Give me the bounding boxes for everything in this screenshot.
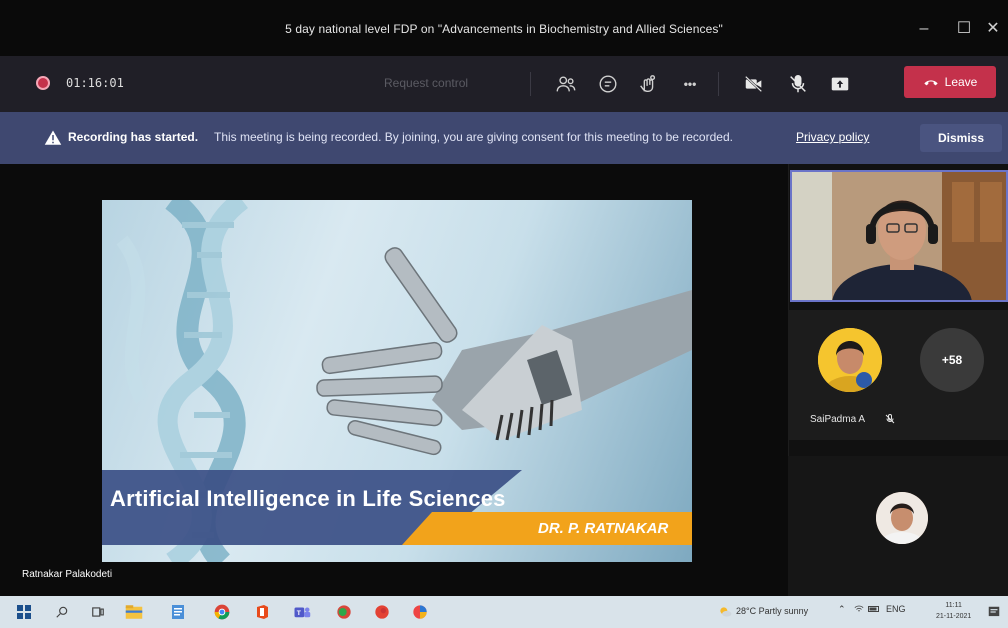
chrome-icon[interactable] <box>212 602 232 622</box>
recording-indicator-icon <box>36 76 50 90</box>
notepad-icon[interactable] <box>168 602 188 622</box>
office-icon[interactable] <box>252 602 272 622</box>
notifications-icon[interactable] <box>984 602 1004 622</box>
shared-screen-stage: Artificial Intelligence in Life Sciences… <box>0 164 788 596</box>
more-participants-button[interactable]: +58 <box>920 328 984 392</box>
more-icon[interactable]: ••• <box>676 70 704 98</box>
weather-icon <box>720 607 732 617</box>
presentation-slide: Artificial Intelligence in Life Sciences… <box>102 200 692 562</box>
robot-hand-icon <box>316 247 692 456</box>
participant-tiles: +58 SaiPadma A <box>788 310 1008 440</box>
minimize-button[interactable]: – <box>904 16 944 42</box>
windows-start-icon[interactable] <box>14 602 34 622</box>
close-button[interactable]: ✕ <box>978 16 1008 42</box>
battery-icon[interactable] <box>868 604 880 616</box>
file-explorer-icon[interactable] <box>124 602 144 622</box>
toolbar-divider <box>530 72 531 96</box>
speaker-video[interactable] <box>790 170 1008 302</box>
clock-time: 11:11 <box>945 602 962 609</box>
participant-avatar[interactable] <box>876 492 928 544</box>
participants-panel: +58 SaiPadma A <box>788 164 1008 596</box>
app-icon-green[interactable] <box>334 602 354 622</box>
toolbar-divider <box>718 72 719 96</box>
app-icon-multicolor[interactable] <box>410 602 430 622</box>
speaker-camera-feed <box>792 172 1006 300</box>
title-bar: 5 day national level FDP on "Advancement… <box>0 0 1008 56</box>
weather-text[interactable]: 28°C Partly sunny <box>736 606 808 616</box>
network-icon[interactable] <box>854 604 864 616</box>
mic-off-icon[interactable] <box>784 70 812 98</box>
participant-avatar[interactable] <box>818 328 882 392</box>
participant-tile <box>788 456 1008 596</box>
slide-author: DR. P. RATNAKAR <box>538 520 669 537</box>
warning-icon <box>44 130 62 145</box>
tray-chevron-icon[interactable]: ⌃ <box>838 604 846 615</box>
chat-icon[interactable] <box>594 70 622 98</box>
phone-icon <box>923 80 938 86</box>
banner-heading: Recording has started. <box>68 130 199 144</box>
app-icon-red[interactable] <box>372 602 392 622</box>
request-control-button[interactable]: Request control <box>384 76 468 90</box>
participant-name: SaiPadma A <box>810 414 866 425</box>
slide-title: Artificial Intelligence in Life Sciences <box>110 486 506 511</box>
window-title: 5 day national level FDP on "Advancement… <box>285 22 723 36</box>
participants-icon[interactable] <box>552 70 580 98</box>
presenter-name: Ratnakar Palakodeti <box>22 569 113 580</box>
teams-icon[interactable]: T <box>292 602 312 622</box>
banner-message: This meeting is being recorded. By joini… <box>214 130 733 144</box>
reactions-icon[interactable] <box>634 70 662 98</box>
task-view-icon[interactable] <box>88 602 108 622</box>
windows-taskbar: T 28°C Partly sunny ⌃ ENG 11:11 21-11-20… <box>0 596 1008 628</box>
search-icon[interactable] <box>52 602 72 622</box>
meeting-toolbar: 01:16:01 Request control ••• Leave <box>0 56 1008 112</box>
teams-meeting-window: 5 day national level FDP on "Advancement… <box>0 0 1008 628</box>
recording-banner: Recording has started. This meeting is b… <box>0 112 1008 164</box>
mic-off-icon <box>885 414 895 424</box>
language-indicator[interactable]: ENG <box>886 604 906 614</box>
clock-date: 21-11-2021 <box>936 613 972 620</box>
leave-button[interactable]: Leave <box>904 66 996 98</box>
dismiss-button[interactable]: Dismiss <box>920 124 1002 152</box>
privacy-policy-link[interactable]: Privacy policy <box>796 130 869 144</box>
taskbar-clock[interactable]: 11:11 21-11-2021 <box>936 600 971 622</box>
meeting-timer: 01:16:01 <box>66 76 124 90</box>
camera-off-icon[interactable] <box>740 70 768 98</box>
leave-label: Leave <box>944 75 978 89</box>
share-tray-icon[interactable] <box>826 70 854 98</box>
